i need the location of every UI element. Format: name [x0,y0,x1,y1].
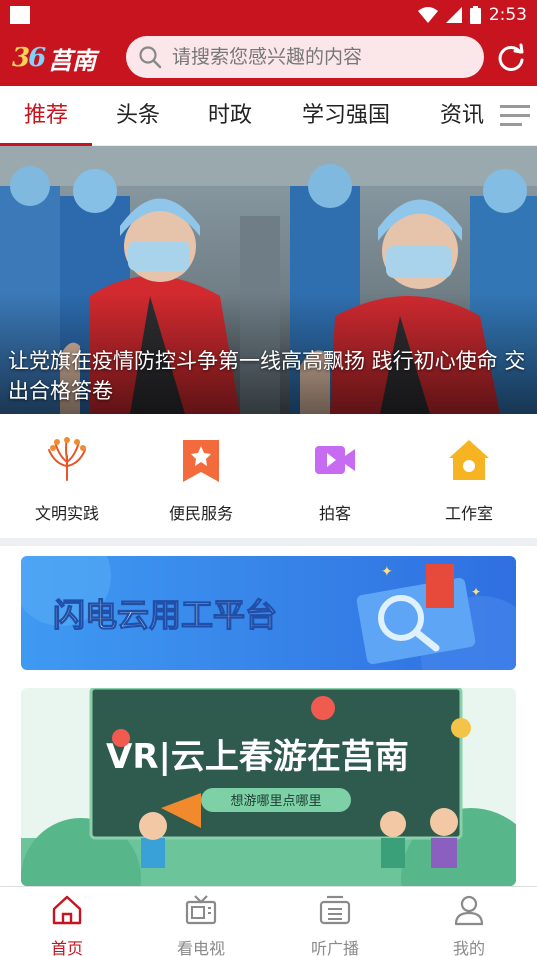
home-icon [449,440,489,480]
home-icon [52,895,82,925]
status-bar: 2:53 [0,0,537,30]
quick-link-label: 拍客 [318,504,351,523]
nav-profile[interactable]: 我的 [402,893,536,956]
section-divider [0,538,537,546]
menu-icon[interactable] [500,104,530,128]
svg-text:✦: ✦ [471,585,481,599]
nav-home[interactable]: 首页 [0,893,134,956]
bottom-navigation: 首页 看电视 听广播 我的 [0,886,537,956]
nav-tv[interactable]: 看电视 [134,893,268,956]
promo-card-labor-platform[interactable]: ✦ ✦ 闪电云用工平台 [21,556,516,670]
notification-icon [10,6,30,24]
promo-image-labor-platform: ✦ ✦ 闪电云用工平台 [21,556,516,670]
nav-home-label: 首页 [50,939,83,956]
quick-link-paike[interactable]: 拍客 [268,436,402,524]
refresh-icon[interactable] [495,42,527,74]
user-icon [454,895,484,926]
search-input[interactable] [172,46,462,68]
promo-title-labor-platform: 闪电云用工平台 [53,596,277,634]
tv-icon [185,895,217,925]
nav-radio[interactable]: 听广播 [268,893,402,956]
star-bookmark-icon [183,440,219,482]
signal-icon [445,7,462,23]
video-camera-icon [315,446,355,474]
quick-link-civilization[interactable]: 文明实践 [0,436,134,524]
tab-politics[interactable]: 时政 [184,86,276,146]
banner-caption: 让党旗在疫情防控斗争第一线高高飘扬 践行初心使命 交出合格答卷 [8,349,526,403]
quick-link-label: 文明实践 [34,504,99,523]
search-bar[interactable] [126,36,484,78]
quick-link-services[interactable]: 便民服务 [134,436,268,524]
quick-link-label: 工作室 [444,504,493,523]
status-time: 2:53 [488,5,527,25]
nav-radio-label: 听广播 [310,939,359,956]
tab-study[interactable]: 学习强国 [282,86,410,146]
logo-text: 莒南 [48,45,97,75]
quick-link-studio[interactable]: 工作室 [402,436,536,524]
search-icon [139,46,162,69]
app-header: 36 莒南 [0,30,537,86]
wheat-icon [48,437,86,481]
svg-text:✦: ✦ [381,564,393,580]
promo-card-vr-tour[interactable]: VR|云上春游在莒南 想游哪里点哪里 [21,688,516,886]
nav-profile-label: 我的 [452,939,485,956]
promo-title-vr-tour: VR|云上春游在莒南 [106,737,409,777]
battery-icon [469,6,481,24]
radio-icon [319,895,351,925]
promo-subtitle-vr-tour: 想游哪里点哪里 [230,793,321,809]
wifi-icon [417,7,438,23]
category-tabs: 推荐 头条 时政 学习强国 资讯 [0,86,537,146]
app-logo[interactable]: 36 莒南 [12,38,116,78]
tab-headlines[interactable]: 头条 [92,86,184,146]
quick-link-label: 便民服务 [168,504,233,523]
nav-tv-label: 看电视 [176,939,225,956]
quick-links: 文明实践 便民服务 拍客 工作室 [0,414,537,538]
headline-banner[interactable]: 让党旗在疫情防控斗争第一线高高飘扬 践行初心使命 交出合格答卷 [0,146,537,414]
tab-news[interactable]: 资讯 [418,86,506,146]
promo-image-vr-tour: VR|云上春游在莒南 想游哪里点哪里 [21,688,516,886]
tab-recommend[interactable]: 推荐 [0,86,92,146]
